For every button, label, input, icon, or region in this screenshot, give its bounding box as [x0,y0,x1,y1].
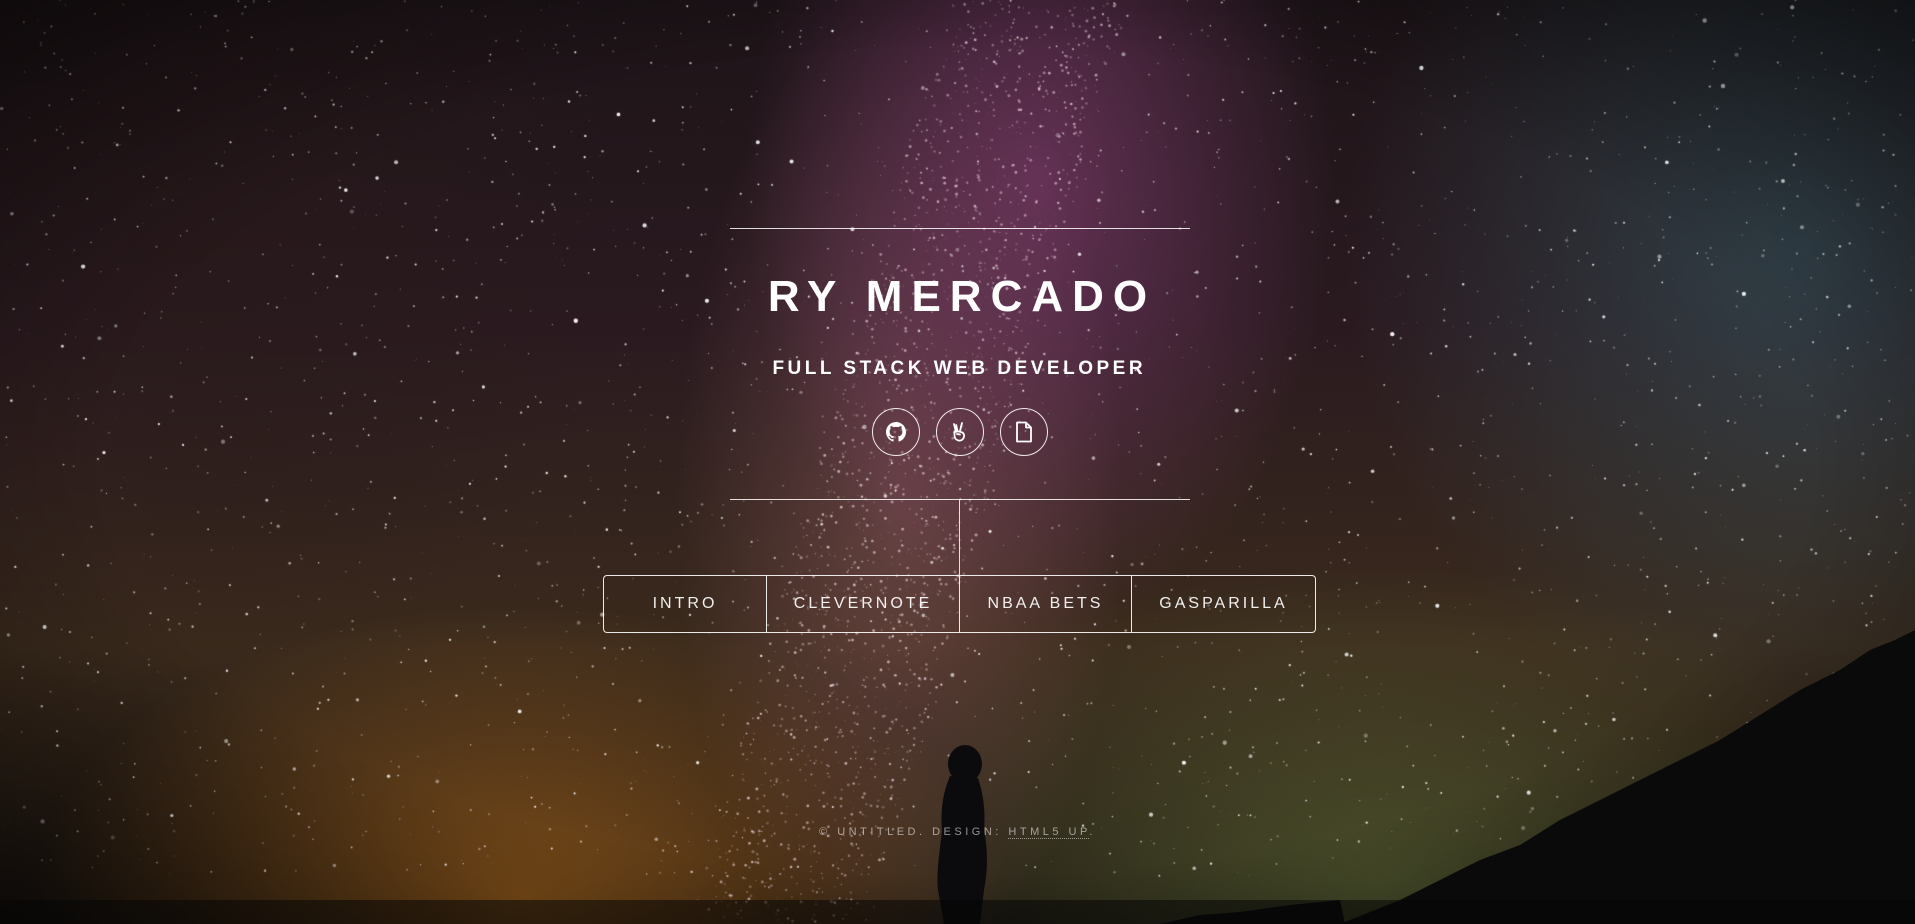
footer-html5up-link[interactable]: HTML5 UP [1008,826,1090,839]
page-subtitle: FULL STACK WEB DEVELOPER [772,358,1147,379]
resume-button[interactable] [1000,408,1048,456]
angellist-button[interactable] [936,408,984,456]
nav-item-nbaa-bets[interactable]: NBAA BETS [959,576,1131,632]
resume-file-icon [1016,421,1032,443]
top-divider-line [730,228,1190,229]
main-content: RY MERCADO FULL STACK WEB DEVELOPER INTR… [0,0,1915,924]
bottom-divider-line [730,499,1190,500]
footer-copyright: © UNTITLED. DESIGN: [819,826,1002,838]
nav-item-clevernote[interactable]: CLEVERNOTE [766,576,959,632]
nav-item-intro[interactable]: INTRO [604,576,766,632]
page-title: RY MERCADO [767,272,1157,321]
github-button[interactable] [872,408,920,456]
nav-connector-line [959,499,960,575]
angellist-icon [953,422,965,442]
footer: © UNTITLED. DESIGN: HTML5 UP. [0,826,1915,839]
github-icon [886,422,906,442]
nav-item-gasparilla[interactable]: GASPARILLA [1131,576,1315,632]
main-nav: INTRO CLEVERNOTE NBAA BETS GASPARILLA [603,575,1316,633]
footer-period: . [1089,826,1096,838]
